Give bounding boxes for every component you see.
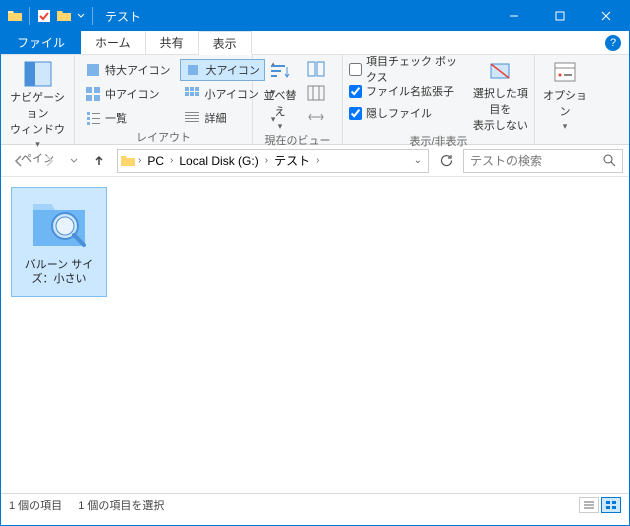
file-ext-toggle[interactable]: ファイル名拡張子 xyxy=(349,81,465,101)
sort-button[interactable]: 並べ替え ▾ xyxy=(259,59,301,132)
layout-list-button[interactable]: 一覧 xyxy=(81,107,174,129)
chevron-down-icon: ▾ xyxy=(563,121,568,132)
help-icon[interactable]: ? xyxy=(605,35,621,51)
layout-s-label: 小アイコン xyxy=(204,86,258,102)
folder-icon xyxy=(120,153,136,169)
saved-search-icon xyxy=(27,194,91,254)
chevron-down-icon: ▾ xyxy=(278,121,283,132)
details-view-button[interactable] xyxy=(579,497,599,513)
hide-sel-label: 選択した項目を 表示しない xyxy=(473,85,528,133)
history-dropdown[interactable] xyxy=(67,149,81,173)
chevron-right-icon[interactable]: › xyxy=(316,155,319,166)
options-group: オプション ▾ xyxy=(535,55,595,144)
folder-icon xyxy=(7,8,23,24)
layout-list-label: 一覧 xyxy=(105,110,127,126)
layout-group-label: レイアウト xyxy=(81,129,246,145)
layout-xl-button[interactable]: 特大アイコン xyxy=(81,59,174,81)
file-item-label: バルーン サイズ：小さい xyxy=(14,258,104,287)
layout-group: 特大アイコン 大アイコン 中アイコン 小アイコン 一覧 詳細 ▴ ▾ ▾ レイア… xyxy=(75,55,253,144)
address-bar: › PC › Local Disk (G:) › テスト › ⌄ テストの検索 xyxy=(1,145,629,177)
show-hide-group: 項目チェック ボックス ファイル名拡張子 隠しファイル 選択した項目を 表示しな… xyxy=(343,55,535,144)
layout-m-button[interactable]: 中アイコン xyxy=(81,83,174,105)
layout-detail-label: 詳細 xyxy=(204,110,226,126)
chk2-label: ファイル名拡張子 xyxy=(366,83,454,99)
chk3-label: 隠しファイル xyxy=(366,105,432,121)
breadcrumb-folder[interactable]: テスト xyxy=(270,152,314,169)
up-button[interactable] xyxy=(87,149,111,173)
chevron-right-icon[interactable]: › xyxy=(265,155,268,166)
sort-label: 並べ替え xyxy=(259,87,301,119)
file-list[interactable]: バルーン サイズ：小さい xyxy=(1,177,629,493)
maximize-button[interactable] xyxy=(537,1,583,31)
layout-l-label: 大アイコン xyxy=(205,62,259,78)
chevron-right-icon[interactable]: › xyxy=(138,155,141,166)
breadcrumb-dropdown[interactable]: ⌄ xyxy=(414,155,426,166)
qat-dropdown-icon[interactable] xyxy=(76,8,86,24)
show-hide-label: 表示/非表示 xyxy=(349,133,528,149)
nav-pane-label: ナビゲーション ウィンドウ xyxy=(10,89,66,137)
layout-m-label: 中アイコン xyxy=(105,86,159,102)
file-tab[interactable]: ファイル xyxy=(1,31,81,54)
back-button[interactable] xyxy=(7,149,31,173)
divider xyxy=(29,7,30,25)
add-columns-icon[interactable] xyxy=(307,85,323,101)
status-bar: 1 個の項目 1 個の項目を選択 xyxy=(1,493,629,515)
group-by-icon[interactable] xyxy=(307,61,323,77)
current-view-label: 現在のビュー xyxy=(259,132,336,148)
search-placeholder: テストの検索 xyxy=(470,152,542,169)
minimize-button[interactable] xyxy=(491,1,537,31)
close-button[interactable] xyxy=(583,1,629,31)
chevron-right-icon[interactable]: › xyxy=(170,155,173,166)
window-title: テスト xyxy=(105,8,141,25)
check-icon[interactable] xyxy=(36,8,52,24)
options-group-label xyxy=(541,132,589,144)
layout-xl-label: 特大アイコン xyxy=(105,62,170,78)
breadcrumb-pc[interactable]: PC xyxy=(143,154,168,168)
breadcrumb-disk[interactable]: Local Disk (G:) xyxy=(175,154,262,168)
breadcrumb[interactable]: › PC › Local Disk (G:) › テスト › ⌄ xyxy=(117,149,429,173)
share-tab[interactable]: 共有 xyxy=(146,31,199,54)
current-view-group: 並べ替え ▾ 現在のビュー xyxy=(253,55,343,144)
item-count: 1 個の項目 xyxy=(9,497,62,513)
search-input[interactable]: テストの検索 xyxy=(463,149,623,173)
options-label: オプション xyxy=(541,87,589,119)
options-button[interactable]: オプション ▾ xyxy=(541,59,589,132)
home-tab[interactable]: ホーム xyxy=(81,31,146,54)
refresh-button[interactable] xyxy=(435,150,457,172)
item-checkbox-toggle[interactable]: 項目チェック ボックス xyxy=(349,59,465,79)
ribbon: ナビゲーション ウィンドウ ▾ ペイン 特大アイコン 大アイコン 中アイコン 小… xyxy=(1,55,629,145)
forward-button[interactable] xyxy=(37,149,61,173)
selected-count: 1 個の項目を選択 xyxy=(78,497,164,513)
size-columns-icon[interactable] xyxy=(307,109,323,125)
qat-folder-icon[interactable] xyxy=(56,8,72,24)
view-tab[interactable]: 表示 xyxy=(199,31,252,55)
title-bar: テスト xyxy=(1,1,629,31)
divider xyxy=(92,7,93,25)
file-item[interactable]: バルーン サイズ：小さい xyxy=(11,187,107,297)
pane-group: ナビゲーション ウィンドウ ▾ ペイン xyxy=(1,55,75,144)
search-icon xyxy=(603,154,616,167)
hidden-files-toggle[interactable]: 隠しファイル xyxy=(349,103,465,123)
hide-selected-button[interactable]: 選択した項目を 表示しない xyxy=(473,59,528,133)
icons-view-button[interactable] xyxy=(601,497,621,513)
ribbon-tabs: ファイル ホーム 共有 表示 ? xyxy=(1,31,629,55)
navigation-pane-button[interactable]: ナビゲーション ウィンドウ ▾ xyxy=(10,59,66,150)
